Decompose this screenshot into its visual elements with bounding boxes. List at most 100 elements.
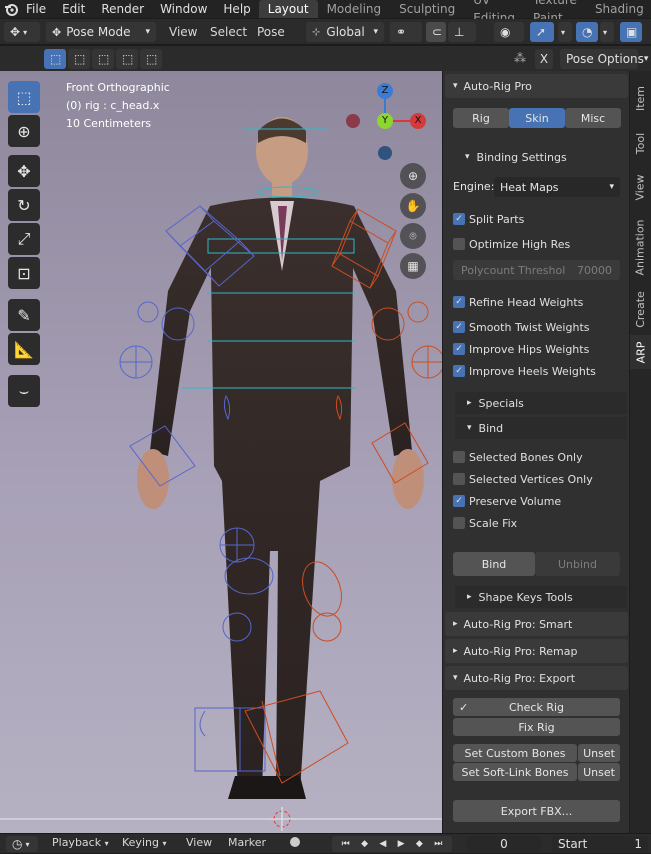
set-custom-bones-button[interactable]: Set Custom Bones	[453, 744, 577, 762]
navigation-gizmo[interactable]: Z Y X	[340, 79, 430, 174]
fix-rig-button[interactable]: Fix Rig	[453, 718, 620, 736]
timeline-editor-type[interactable]: ◷ ▾	[6, 836, 38, 852]
prev-key-icon[interactable]: ◆	[361, 839, 368, 849]
current-frame-field[interactable]: 0	[466, 836, 542, 852]
snap-target[interactable]: ⊥	[448, 22, 476, 42]
play-icon[interactable]: ▶	[398, 839, 405, 849]
editor-type-button[interactable]: ✥ ▾	[4, 22, 40, 42]
unbind-button[interactable]: Unbind	[535, 552, 620, 576]
menu-view[interactable]: View	[169, 22, 197, 42]
menu-edit[interactable]: Edit	[54, 0, 93, 18]
pivot-dropdown[interactable]: ⚭	[390, 22, 422, 42]
menu-file[interactable]: File	[18, 0, 54, 18]
snap-toggle[interactable]: ⊂	[426, 22, 446, 42]
overlay-toggle[interactable]: ◔	[576, 22, 598, 42]
axis-x[interactable]: X	[410, 113, 426, 129]
menu-render[interactable]: Render	[93, 0, 152, 18]
improve-hips-weights-checkbox[interactable]: ✓ Improve Hips Weights	[453, 340, 589, 358]
specials-header[interactable]: ▸ Specials	[455, 392, 627, 414]
tab-create[interactable]: Create	[630, 285, 651, 333]
orientation-dropdown[interactable]: ⊹ Global ▾	[306, 22, 384, 42]
refine-head-weights-checkbox[interactable]: ✓ Refine Head Weights	[453, 293, 583, 311]
pose-options-dropdown[interactable]: Pose Options ▾	[560, 49, 648, 69]
preserve-volume-checkbox[interactable]: ✓ Preserve Volume	[453, 492, 561, 510]
smooth-twist-weights-checkbox[interactable]: ✓ Smooth Twist Weights	[453, 318, 589, 336]
workspace-tab-layout[interactable]: Layout	[258, 0, 318, 18]
scale-fix-checkbox[interactable]: Scale Fix	[453, 514, 517, 532]
gizmo-dropdown[interactable]: ▾	[558, 22, 572, 42]
menu-playback[interactable]: Playback ▾	[52, 834, 109, 854]
autorig-header[interactable]: ▾ Auto-Rig Pro	[445, 74, 628, 98]
autorig-smart-header[interactable]: ▸ Auto-Rig Pro: Smart	[445, 612, 628, 636]
optimize-high-res-checkbox[interactable]: Optimize High Res	[453, 235, 570, 253]
menu-keying[interactable]: Keying ▾	[122, 834, 166, 854]
tool-move[interactable]: ✥	[8, 155, 40, 187]
workspace-tab-sculpting[interactable]: Sculpting	[390, 0, 464, 18]
tool-transform[interactable]: ⊡	[8, 257, 40, 289]
set-soft-link-bones-button[interactable]: Set Soft-Link Bones	[453, 763, 577, 781]
jump-start-icon[interactable]: ⏮	[342, 839, 350, 849]
unset-custom-bones-button[interactable]: Unset	[578, 744, 620, 762]
select-invert-button[interactable]: ⬚	[116, 49, 138, 69]
tool-cursor[interactable]: ⊕	[8, 115, 40, 147]
ortho-toggle-button[interactable]: ▦	[400, 253, 426, 279]
tab-item[interactable]: Item	[630, 75, 651, 121]
binding-settings-header[interactable]: ▾ Binding Settings	[455, 146, 627, 168]
play-reverse-icon[interactable]: ◀	[379, 839, 386, 849]
axis-z[interactable]: Z	[377, 83, 393, 99]
jump-end-icon[interactable]: ⏭	[434, 839, 442, 849]
overlay-dropdown[interactable]: ▾	[600, 22, 614, 42]
workspace-tab-modeling[interactable]: Modeling	[318, 0, 391, 18]
tool-rotate[interactable]: ↻	[8, 189, 40, 221]
select-intersect-button[interactable]: ⬚	[140, 49, 162, 69]
axis-neg-z[interactable]	[378, 146, 392, 160]
playback-controls[interactable]: ⏮ ◆ ◀ ▶ ◆ ⏭	[332, 836, 452, 852]
tab-arp[interactable]: ARP	[630, 335, 651, 369]
tool-annotate[interactable]: ✎	[8, 299, 40, 331]
engine-dropdown[interactable]: Heat Maps ▾	[494, 177, 620, 197]
tab-rig[interactable]: Rig	[453, 108, 509, 128]
start-frame-field[interactable]: Start 1	[552, 836, 648, 852]
tool-scale[interactable]: ⤢	[8, 223, 40, 255]
tab-animation[interactable]: Animation	[630, 211, 651, 283]
close-button[interactable]: X	[535, 49, 553, 69]
select-subtract-button[interactable]: ⬚	[92, 49, 114, 69]
bind-header[interactable]: ▾ Bind	[455, 417, 627, 439]
select-new-button[interactable]: ⬚	[44, 49, 66, 69]
tab-misc[interactable]: Misc	[565, 108, 621, 128]
tab-view[interactable]: View	[630, 165, 651, 209]
blender-logo-icon[interactable]	[4, 0, 18, 18]
menu-marker[interactable]: Marker	[228, 834, 266, 854]
axis-y[interactable]: Y	[377, 113, 393, 129]
autorig-export-header[interactable]: ▾ Auto-Rig Pro: Export	[445, 666, 628, 690]
selected-vertices-only-checkbox[interactable]: Selected Vertices Only	[453, 470, 593, 488]
3d-viewport[interactable]: Front Orthographic (0) rig : c_head.x 10…	[0, 71, 442, 833]
polycount-threshold-field[interactable]: Polycount Threshol 70000	[453, 260, 620, 280]
tool-select-box[interactable]: ⬚	[8, 81, 40, 113]
improve-heels-weights-checkbox[interactable]: ✓ Improve Heels Weights	[453, 362, 596, 380]
menu-help[interactable]: Help	[215, 0, 258, 18]
visibility-dropdown[interactable]: ◉	[494, 22, 524, 42]
record-icon[interactable]	[290, 837, 300, 847]
check-rig-button[interactable]: ✓ Check Rig	[453, 698, 620, 716]
menu-pose[interactable]: Pose	[257, 22, 285, 42]
menu-select[interactable]: Select	[210, 22, 247, 42]
selected-bones-only-checkbox[interactable]: Selected Bones Only	[453, 448, 583, 466]
bind-button[interactable]: Bind	[453, 552, 535, 576]
tab-tool[interactable]: Tool	[630, 123, 651, 163]
menu-timeline-view[interactable]: View	[186, 834, 212, 854]
camera-view-button[interactable]: ⌾	[400, 223, 426, 249]
tool-breakdowner[interactable]: ⌣	[8, 375, 40, 407]
drag-handle-icon[interactable]: ⁂	[514, 51, 526, 65]
split-parts-checkbox[interactable]: ✓ Split Parts	[453, 210, 524, 228]
gizmo-toggle[interactable]: ➚	[530, 22, 554, 42]
workspace-tab-shading[interactable]: Shading	[586, 0, 651, 18]
tab-skin[interactable]: Skin	[509, 108, 565, 128]
tool-measure[interactable]: 📐	[8, 333, 40, 365]
pan-button[interactable]: ✋	[400, 193, 426, 219]
autorig-remap-header[interactable]: ▸ Auto-Rig Pro: Remap	[445, 639, 628, 663]
xray-toggle[interactable]: ▣	[620, 22, 642, 42]
select-extend-button[interactable]: ⬚	[68, 49, 90, 69]
mode-dropdown[interactable]: ✥ Pose Mode ▾	[46, 22, 156, 42]
shape-keys-tools-header[interactable]: ▸ Shape Keys Tools	[455, 586, 627, 608]
